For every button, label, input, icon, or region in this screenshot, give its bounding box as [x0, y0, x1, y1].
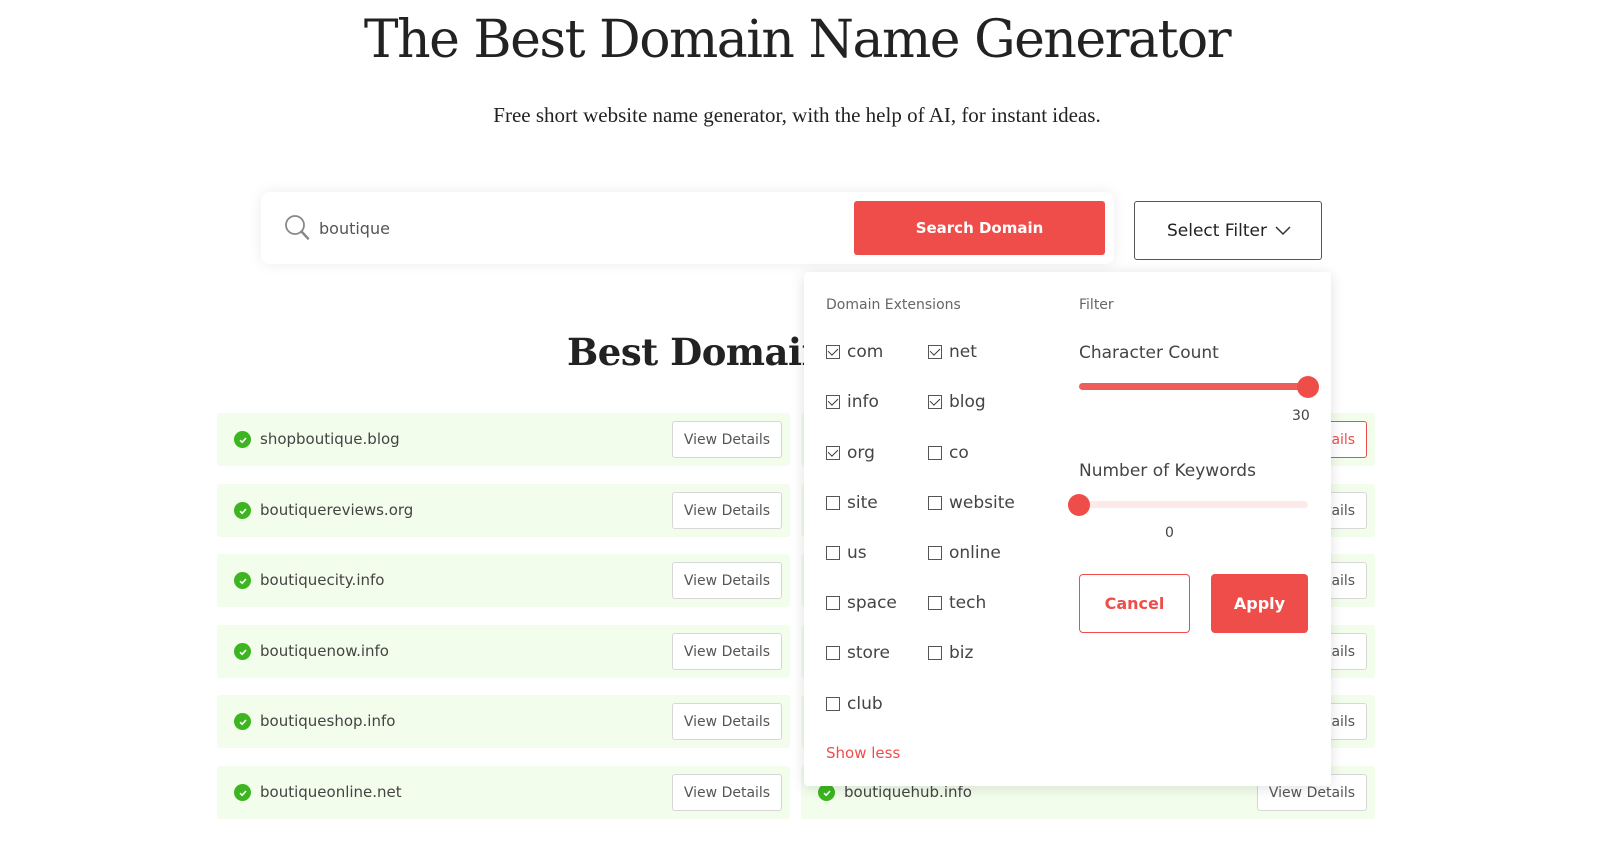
filter-heading: Filter — [1079, 297, 1114, 313]
extension-label: info — [847, 392, 879, 412]
domain-row: boutiquecity.info View Details — [217, 554, 790, 607]
checkbox-unchecked-icon[interactable] — [826, 697, 840, 711]
extension-label: co — [949, 443, 969, 463]
checkbox-unchecked-icon[interactable] — [826, 646, 840, 660]
view-details-button[interactable]: View Details — [672, 421, 782, 458]
checkbox-unchecked-icon[interactable] — [928, 546, 942, 560]
extension-checkbox-blog[interactable]: blog — [928, 392, 986, 412]
extension-label: online — [949, 543, 1001, 563]
page-title: The Best Domain Name Generator — [363, 10, 1232, 70]
extension-checkbox-online[interactable]: online — [928, 543, 1001, 563]
checkbox-checked-icon[interactable] — [928, 395, 942, 409]
available-check-icon — [818, 784, 835, 801]
available-check-icon — [234, 784, 251, 801]
checkbox-unchecked-icon[interactable] — [826, 496, 840, 510]
keywords-label: Number of Keywords — [1079, 461, 1256, 481]
extension-checkbox-us[interactable]: us — [826, 543, 867, 563]
available-check-icon — [234, 431, 251, 448]
character-count-value: 30 — [1292, 408, 1310, 424]
checkbox-unchecked-icon[interactable] — [928, 596, 942, 610]
domain-name: boutiquenow.info — [260, 642, 389, 660]
checkbox-checked-icon[interactable] — [826, 345, 840, 359]
extension-label: club — [847, 694, 883, 714]
cancel-button[interactable]: Cancel — [1079, 574, 1190, 633]
select-filter-label: Select Filter — [1167, 220, 1267, 241]
extension-label: org — [847, 443, 875, 463]
extension-label: us — [847, 543, 867, 563]
extension-label: tech — [949, 593, 987, 613]
domain-row: boutiquenow.info View Details — [217, 625, 790, 678]
page-subtitle: Free short website name generator, with … — [493, 103, 1101, 127]
apply-button[interactable]: Apply — [1211, 574, 1308, 633]
extension-checkbox-info[interactable]: info — [826, 392, 879, 412]
extension-checkbox-com[interactable]: com — [826, 342, 883, 362]
search-icon — [285, 215, 310, 240]
extension-checkbox-org[interactable]: org — [826, 443, 875, 463]
checkbox-unchecked-icon[interactable] — [928, 496, 942, 510]
extension-checkbox-co[interactable]: co — [928, 443, 969, 463]
extension-label: blog — [949, 392, 986, 412]
view-details-button[interactable]: View Details — [672, 562, 782, 599]
show-less-link[interactable]: Show less — [826, 744, 900, 762]
available-check-icon — [234, 502, 251, 519]
keywords-track[interactable] — [1079, 501, 1308, 508]
extension-label: space — [847, 593, 897, 613]
extension-label: com — [847, 342, 884, 362]
domain-row: boutiqueshop.info View Details — [217, 695, 790, 748]
checkbox-unchecked-icon[interactable] — [826, 546, 840, 560]
character-count-label: Character Count — [1079, 343, 1219, 363]
keywords-value: 0 — [1165, 525, 1174, 541]
character-count-thumb[interactable] — [1297, 376, 1319, 398]
checkbox-checked-icon[interactable] — [826, 395, 840, 409]
search-input[interactable] — [319, 210, 839, 246]
domain-name: shopboutique.blog — [260, 430, 400, 448]
available-check-icon — [234, 713, 251, 730]
checkbox-unchecked-icon[interactable] — [928, 646, 942, 660]
extension-label: website — [949, 493, 1015, 513]
extension-checkbox-biz[interactable]: biz — [928, 643, 973, 663]
checkbox-checked-icon[interactable] — [826, 446, 840, 460]
extension-label: site — [847, 493, 878, 513]
extensions-heading: Domain Extensions — [826, 297, 961, 313]
extension-checkbox-net[interactable]: net — [928, 342, 977, 362]
checkbox-unchecked-icon[interactable] — [826, 596, 840, 610]
checkbox-unchecked-icon[interactable] — [928, 446, 942, 460]
extension-label: net — [949, 342, 977, 362]
extension-checkbox-store[interactable]: store — [826, 643, 890, 663]
view-details-button[interactable]: View Details — [672, 492, 782, 529]
extension-checkbox-site[interactable]: site — [826, 493, 878, 513]
domain-name: boutiqueshop.info — [260, 712, 396, 730]
extension-checkbox-tech[interactable]: tech — [928, 593, 986, 613]
view-details-button[interactable]: View Details — [672, 633, 782, 670]
domain-name: boutiquecity.info — [260, 571, 385, 589]
chevron-down-icon — [1275, 226, 1291, 236]
view-details-button[interactable]: View Details — [672, 703, 782, 740]
extension-label: biz — [949, 643, 974, 663]
extension-label: store — [847, 643, 890, 663]
keywords-thumb[interactable] — [1068, 494, 1090, 516]
checkbox-checked-icon[interactable] — [928, 345, 942, 359]
extension-checkbox-website[interactable]: website — [928, 493, 1015, 513]
available-check-icon — [234, 643, 251, 660]
search-bar: Search Domain — [261, 192, 1114, 264]
character-count-fill — [1079, 383, 1308, 390]
domain-name: boutiqueonline.net — [260, 783, 402, 801]
search-domain-button[interactable]: Search Domain — [854, 201, 1105, 255]
domain-row: shopboutique.blog View Details — [217, 413, 790, 466]
domain-name: boutiquereviews.org — [260, 501, 414, 519]
available-check-icon — [234, 572, 251, 589]
select-filter-dropdown[interactable]: Select Filter — [1134, 201, 1322, 260]
filter-panel: Domain Extensions Filter com net info blog o… — [804, 272, 1331, 786]
domain-row: boutiqueonline.net View Details — [217, 766, 790, 819]
extension-checkbox-space[interactable]: space — [826, 593, 897, 613]
view-details-button[interactable]: View Details — [672, 774, 782, 811]
domain-row: boutiquereviews.org View Details — [217, 484, 790, 537]
extension-checkbox-club[interactable]: club — [826, 694, 883, 714]
